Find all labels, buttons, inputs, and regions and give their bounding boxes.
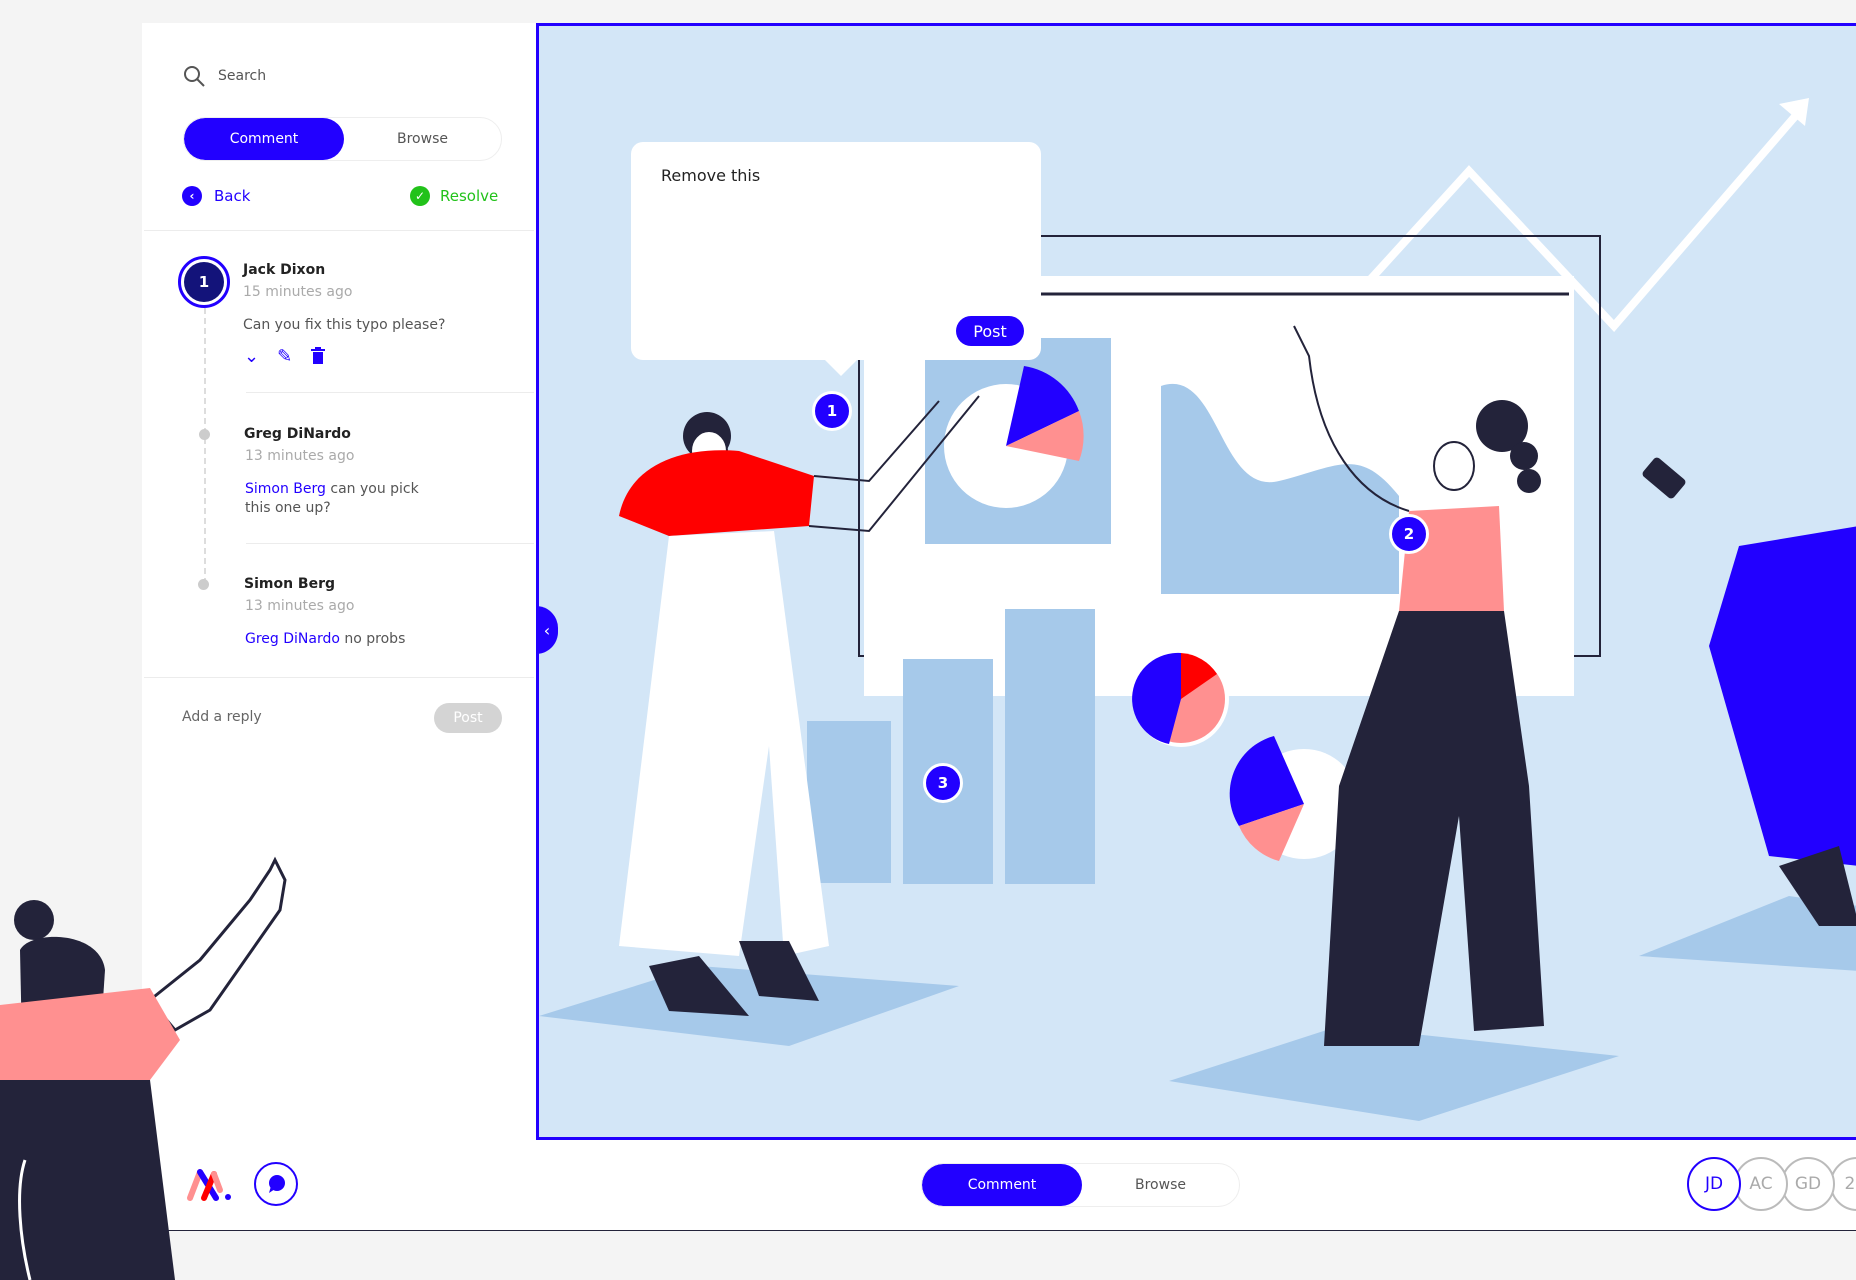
popup-comment-input[interactable]: Remove this [661, 166, 760, 185]
thread-dot [199, 429, 210, 440]
mention-link[interactable]: Greg DiNardo [245, 631, 340, 647]
back-button[interactable]: ‹ Back [182, 186, 250, 206]
comment-time: 13 minutes ago [245, 598, 355, 614]
thread-line [204, 308, 206, 584]
search-icon [184, 66, 205, 87]
sidebar-mode-toggle: Comment Browse [183, 117, 502, 161]
popup-post-button[interactable]: Post [956, 316, 1024, 346]
search-input[interactable]: Search [218, 68, 266, 84]
pencil-icon[interactable]: ✎ [277, 346, 292, 367]
chevron-left-icon: ‹ [543, 620, 551, 640]
mention-link[interactable]: Simon Berg [245, 481, 326, 497]
comment-popup: Remove this Post [631, 142, 1041, 376]
thread-dot [198, 579, 209, 590]
reply-post-button[interactable]: Post [434, 703, 502, 733]
comment-author: Greg DiNardo [244, 426, 351, 442]
comment-text: Can you fix this typo please? [243, 317, 446, 333]
canvas-marker-2[interactable]: 2 [1389, 514, 1429, 554]
canvas-marker-3[interactable]: 3 [923, 763, 963, 803]
comment-text: Greg DiNardo no probs [245, 630, 405, 649]
avatar-2[interactable]: AC [1734, 1157, 1788, 1211]
tab-comment[interactable]: Comment [184, 118, 344, 160]
reply-input[interactable]: Add a reply [182, 709, 262, 725]
tab-browse[interactable]: Browse [344, 118, 501, 160]
figure-right-partial [1642, 457, 1856, 926]
bar-3 [1005, 609, 1095, 884]
chevron-left-icon: ‹ [182, 186, 202, 206]
tab-browse[interactable]: Browse [1082, 1164, 1239, 1206]
divider [246, 392, 534, 393]
chevron-down-icon[interactable]: ⌄ [244, 346, 259, 367]
figure-foreground-woman [0, 856, 287, 1280]
thread-marker-1[interactable]: 1 [178, 256, 230, 308]
comment-text: Simon Berg can you pick this one up? [245, 480, 425, 518]
divider [246, 543, 534, 544]
divider [144, 230, 534, 231]
comment-time: 15 minutes ago [243, 284, 353, 300]
resolve-label: Resolve [440, 187, 499, 205]
floor-left [539, 966, 959, 1046]
resolve-button[interactable]: ✓ Resolve [410, 186, 498, 206]
check-icon: ✓ [410, 186, 430, 206]
avatar-3[interactable]: GD [1781, 1157, 1835, 1211]
bottom-mode-toggle: Comment Browse [921, 1163, 1240, 1207]
trash-icon[interactable] [310, 346, 326, 366]
design-canvas[interactable]: Remove this Post 1 2 3 ‹ [536, 23, 1856, 1140]
divider [144, 677, 534, 678]
comment-body: no probs [339, 631, 406, 647]
tab-comment[interactable]: Comment [922, 1164, 1082, 1206]
comment-author: Simon Berg [244, 576, 336, 592]
comment-actions: ⌄ ✎ [244, 346, 326, 367]
marker-number: 1 [184, 262, 224, 302]
canvas-marker-1[interactable]: 1 [812, 391, 852, 431]
comment-author: Jack Dixon [243, 262, 326, 278]
back-label: Back [214, 187, 251, 205]
bar-1 [807, 721, 891, 883]
avatar-1[interactable]: JD [1687, 1157, 1741, 1211]
search-box[interactable]: Search [182, 64, 266, 88]
comment-time: 13 minutes ago [245, 448, 355, 464]
